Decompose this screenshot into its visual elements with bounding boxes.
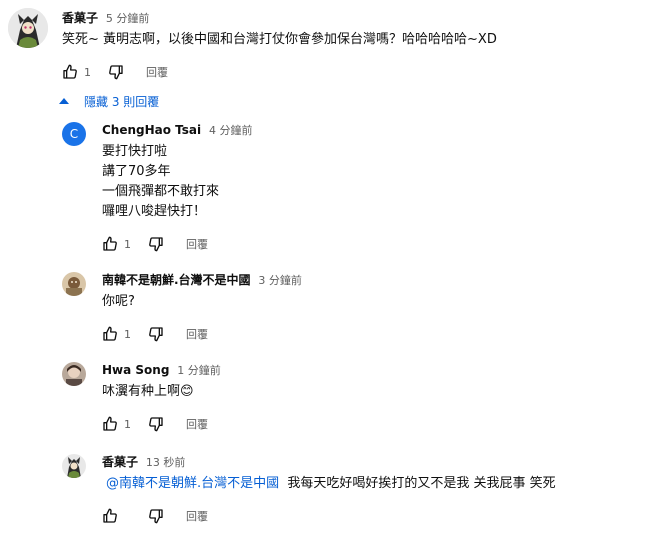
- comment-actions: 1 回覆: [58, 60, 168, 84]
- comment-text-line: 講了70多年: [102, 164, 171, 179]
- avatar[interactable]: [62, 362, 86, 386]
- avatar-image: [8, 8, 48, 48]
- dislike-button[interactable]: [104, 60, 128, 84]
- comment-header: 香菓子 13 秒前: [102, 453, 185, 472]
- reply-button[interactable]: 回覆: [146, 64, 168, 80]
- thumbs-down-icon: [149, 237, 163, 252]
- avatar[interactable]: [62, 454, 86, 478]
- comment-actions: 回覆: [98, 504, 208, 528]
- reply-item: 南韓不是朝鮮.台灣不是中國 3 分鐘前 你呢? 1 回覆: [0, 270, 656, 350]
- comment-actions: 1 回覆: [98, 322, 208, 346]
- thumbs-up-icon: [103, 326, 117, 341]
- thumbs-up-icon: [103, 508, 117, 523]
- like-button[interactable]: [98, 412, 122, 436]
- comment-header: ChengHao Tsai 4 分鐘前: [102, 121, 252, 140]
- comment-header: 南韓不是朝鮮.台灣不是中國 3 分鐘前: [102, 271, 302, 290]
- comment-header: 香菓子 5 分鐘前: [62, 9, 149, 28]
- thumbs-up-icon: [63, 64, 77, 79]
- avatar[interactable]: C: [62, 122, 86, 146]
- avatar[interactable]: [62, 272, 86, 296]
- hide-replies-label: 隱藏 3 則回覆: [84, 94, 160, 109]
- dislike-button[interactable]: [144, 412, 168, 436]
- avatar-image: [62, 454, 86, 478]
- avatar-image: [62, 362, 86, 386]
- comment-text-content: 我每天吃好喝好挨打的又不是我 关我屁事 笑死: [279, 476, 556, 491]
- like-button[interactable]: [98, 504, 122, 528]
- thumbs-down-icon: [109, 65, 123, 80]
- reply-item: C ChengHao Tsai 4 分鐘前 要打快打啦 講了70多年 一個飛彈都…: [0, 120, 656, 260]
- comment-timestamp[interactable]: 3 分鐘前: [258, 274, 302, 287]
- like-count: 1: [84, 65, 91, 79]
- thumbs-down-icon: [149, 509, 163, 524]
- like-button[interactable]: [58, 60, 82, 84]
- dislike-button[interactable]: [144, 232, 168, 256]
- comment-author[interactable]: ChengHao Tsai: [102, 123, 201, 137]
- top-comment: 香菓子 5 分鐘前 笑死~ 黃明志啊，以後中國和台灣打仗你會參加保台灣嗎？哈哈哈…: [0, 0, 656, 90]
- thumbs-down-icon: [149, 417, 163, 432]
- comment-timestamp[interactable]: 1 分鐘前: [177, 364, 221, 377]
- comment-text: 笑死~ 黃明志啊，以後中國和台灣打仗你會參加保台灣嗎？哈哈哈哈哈~XD: [62, 32, 497, 47]
- comment-author[interactable]: Hwa Song: [102, 363, 169, 377]
- comment-author[interactable]: 南韓不是朝鮮.台灣不是中國: [102, 273, 251, 287]
- reply-button[interactable]: 回覆: [186, 236, 208, 252]
- comment-timestamp[interactable]: 5 分鐘前: [106, 12, 150, 25]
- comment-actions: 1 回覆: [98, 412, 208, 436]
- reply-button[interactable]: 回覆: [186, 326, 208, 342]
- comment-text-line: 要打快打啦: [102, 144, 168, 159]
- comment-text-line: 囉哩八唆趕快打！: [102, 204, 207, 219]
- avatar[interactable]: [8, 8, 48, 48]
- mention-link[interactable]: @南韓不是朝鮮.台灣不是中國: [106, 476, 279, 491]
- comment-text: @南韓不是朝鮮.台灣不是中國 我每天吃好喝好挨打的又不是我 关我屁事 笑死: [106, 474, 556, 494]
- thumbs-up-icon: [103, 236, 117, 251]
- comment-timestamp[interactable]: 13 秒前: [146, 456, 186, 469]
- comment-author[interactable]: 香菓子: [62, 11, 98, 25]
- dislike-button[interactable]: [144, 504, 168, 528]
- dislike-button[interactable]: [144, 322, 168, 346]
- comment-text-line: 㕲瀷有种上啊😊: [102, 384, 194, 399]
- hide-replies-button[interactable]: 隱藏 3 則回覆: [58, 90, 159, 112]
- reply-button[interactable]: 回覆: [186, 416, 208, 432]
- reply-button[interactable]: 回覆: [186, 508, 208, 524]
- avatar-image: [62, 272, 86, 296]
- like-count: 1: [124, 327, 131, 341]
- like-button[interactable]: [98, 232, 122, 256]
- comment-text-line: 一個飛彈都不敢打來: [102, 184, 220, 199]
- reply-item: 香菓子 13 秒前 @南韓不是朝鮮.台灣不是中國 我每天吃好喝好挨打的又不是我 …: [0, 452, 656, 532]
- comment-header: Hwa Song 1 分鐘前: [102, 361, 221, 380]
- like-count: 1: [124, 237, 131, 251]
- like-count: 1: [124, 417, 131, 431]
- comment-text-line: 你呢?: [102, 294, 135, 309]
- chevron-up-icon: [59, 98, 69, 104]
- comment-actions: 1 回覆: [98, 232, 208, 256]
- thumbs-up-icon: [103, 416, 117, 431]
- like-button[interactable]: [98, 322, 122, 346]
- comment-author[interactable]: 香菓子: [102, 455, 138, 469]
- comment-timestamp[interactable]: 4 分鐘前: [209, 124, 253, 137]
- thumbs-down-icon: [149, 327, 163, 342]
- reply-item: Hwa Song 1 分鐘前 㕲瀷有种上啊😊 1 回覆: [0, 360, 656, 440]
